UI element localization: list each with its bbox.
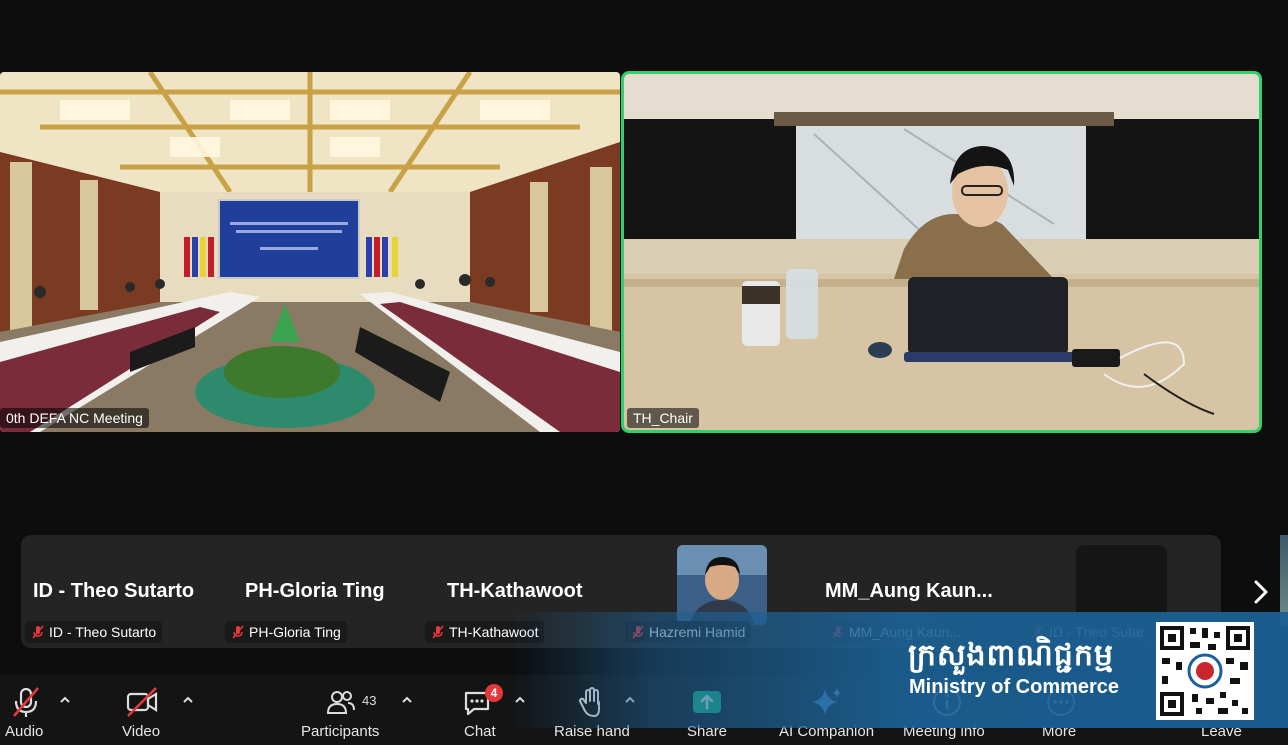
participant-name-large: PH-Gloria Ting — [245, 580, 385, 602]
participant-name: ID - Theo Sutar — [1049, 624, 1145, 640]
participants-options-chevron-up-icon[interactable] — [400, 693, 414, 707]
participant-name: ID - Theo Sutarto — [49, 624, 157, 640]
audio-options-chevron-up-icon[interactable] — [58, 693, 72, 707]
participant-name-large: TH-Kathawoot — [447, 580, 583, 602]
raise-hand-label: Raise hand — [554, 723, 630, 740]
video-label: Video — [122, 723, 161, 740]
more-button[interactable]: More — [1040, 675, 1082, 745]
video-options-chevron-up-icon[interactable] — [181, 693, 195, 707]
chevron-right-icon — [1254, 580, 1268, 604]
mic-muted-icon — [9, 685, 43, 719]
participant-tile[interactable]: Hazremi Hamid — [621, 535, 821, 648]
participant-name-label: ID - Theo Sutarto — [25, 621, 163, 643]
share-button[interactable]: Share — [684, 675, 730, 745]
share-arrow-icon — [690, 685, 724, 719]
participant-count: 43 — [362, 693, 377, 708]
sparkle-icon — [810, 685, 844, 719]
participant-gallery-strip: ID - Theo Sutarto ID - Theo Sutarto PH-G… — [21, 535, 1221, 648]
video-tile-active-speaker[interactable]: TH_Chair — [621, 71, 1262, 433]
chat-options-chevron-up-icon[interactable] — [513, 693, 527, 707]
participant-tile[interactable]: TH-Kathawoot TH-Kathawoot — [421, 535, 621, 648]
info-icon — [930, 685, 964, 719]
participant-tile[interactable]: ID - Theo Sutarto ID - Theo Sutarto — [21, 535, 221, 648]
participants-icon — [324, 685, 358, 719]
leave-label: Leave — [1201, 723, 1242, 740]
more-label: More — [1042, 723, 1077, 740]
participant-name: PH-Gloria Ting — [249, 624, 341, 640]
participant-name: TH-Kathawoot — [449, 624, 539, 640]
participant-tile[interactable]: PH-Gloria Ting PH-Gloria Ting — [221, 535, 421, 648]
participant-tile[interactable]: MM_Aung Kaun... MM_Aung Kaun... — [821, 535, 1021, 648]
video-name-label: TH_Chair — [627, 408, 699, 428]
mic-muted-icon — [632, 625, 644, 639]
participant-name-large: ID - Theo Sutarto — [33, 580, 195, 602]
audio-button[interactable]: Audio — [0, 675, 52, 745]
gallery-next-page-button[interactable] — [1248, 574, 1274, 610]
chat-button[interactable]: 4 Chat — [460, 675, 503, 745]
share-label: Share — [687, 723, 728, 740]
meeting-info-button[interactable]: Meeting info — [902, 675, 994, 745]
ai-companion-button[interactable]: AI Companion — [776, 675, 878, 745]
participant-name: Hazremi Hamid — [649, 624, 746, 640]
hand-icon — [574, 685, 608, 719]
participants-button[interactable]: 43 Participants — [300, 675, 384, 745]
participants-label: Participants — [301, 723, 380, 740]
video-off-icon — [125, 685, 159, 719]
participant-name: MM_Aung Kaun... — [849, 624, 962, 640]
mic-muted-icon — [232, 625, 244, 639]
mic-muted-icon — [1032, 625, 1044, 639]
ai-companion-label: AI Companion — [779, 723, 875, 740]
mic-muted-icon — [432, 625, 444, 639]
video-tile-conference-room[interactable]: 0th DEFA NC Meeting — [0, 72, 620, 432]
conference-room-video-frame — [0, 72, 620, 432]
meeting-toolbar: Audio Video 43 Participants 4 Chat Raise… — [0, 675, 1288, 745]
mic-muted-icon — [832, 625, 844, 639]
participant-avatar-photo — [677, 545, 767, 625]
raise-hand-options-chevron-up-icon[interactable] — [623, 693, 637, 707]
meeting-info-label: Meeting info — [903, 723, 985, 740]
chat-label: Chat — [464, 723, 496, 740]
partial-video-edge — [1280, 535, 1288, 625]
participant-name-large: MM_Aung Kaun... — [825, 580, 993, 602]
chat-unread-badge: 4 — [485, 684, 503, 702]
participant-name-label: ID - Theo Sutar — [1025, 621, 1151, 643]
participant-name-label: TH-Kathawoot — [425, 621, 545, 643]
audio-label: Audio — [5, 723, 44, 740]
leave-button[interactable]: Leave — [1198, 675, 1244, 745]
chair-video-frame — [624, 74, 1259, 430]
participant-tile[interactable]: ID - Theo Sutar — [1021, 535, 1221, 648]
video-button[interactable]: Video — [120, 675, 164, 745]
mic-muted-icon — [32, 625, 44, 639]
more-dots-icon — [1044, 685, 1078, 719]
participant-video-off-placeholder — [1076, 545, 1167, 625]
raise-hand-button[interactable]: Raise hand — [552, 675, 630, 745]
video-name-label: 0th DEFA NC Meeting — [0, 408, 149, 428]
participant-name-label: MM_Aung Kaun... — [825, 621, 968, 643]
participant-name-label: Hazremi Hamid — [625, 621, 752, 643]
participant-name-label: PH-Gloria Ting — [225, 621, 347, 643]
